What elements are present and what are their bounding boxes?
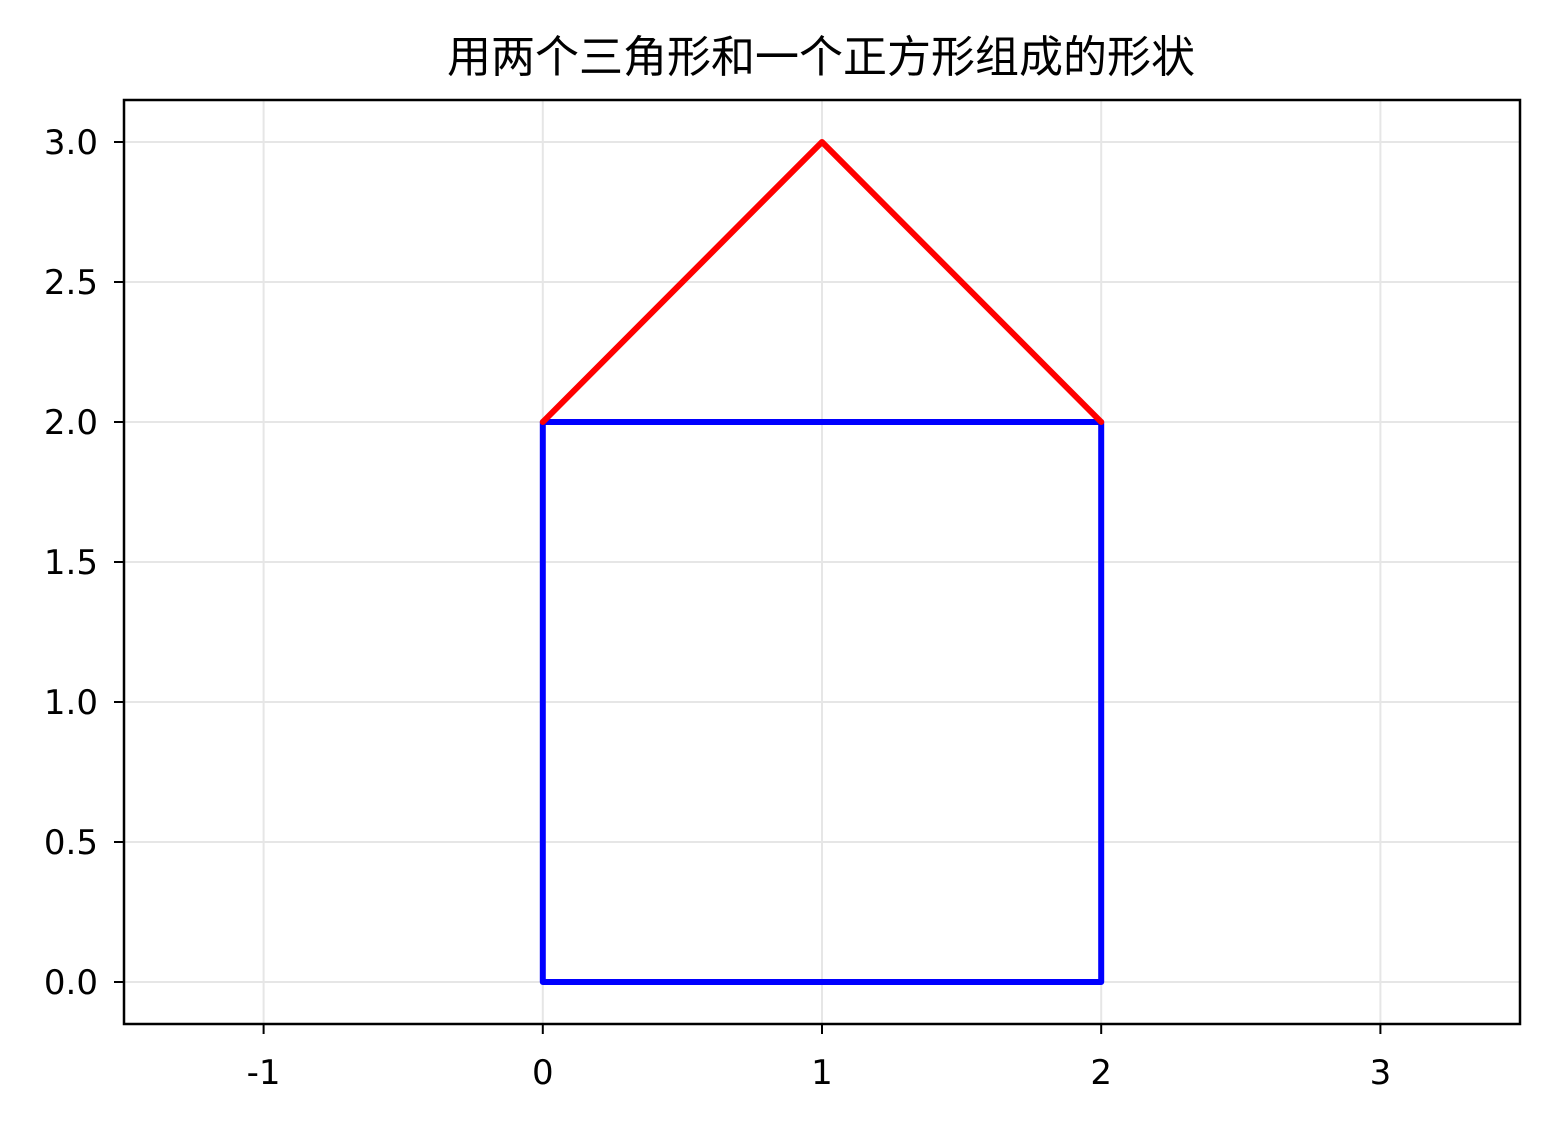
y-tick-label: 1.0 (44, 683, 98, 723)
chart-title: 用两个三角形和一个正方形组成的形状 (447, 32, 1195, 83)
x-tick-label: 3 (1370, 1053, 1392, 1093)
y-tick-label: 2.0 (44, 403, 98, 443)
y-tick-label: 1.5 (44, 543, 98, 583)
chart-svg: 用两个三角形和一个正方形组成的形状 -1 0 1 2 3 0.0 0.5 1.0 1.5 2.0… (0, 0, 1549, 1123)
y-tick-label: 0.5 (44, 823, 98, 863)
x-tick-label: 2 (1090, 1053, 1112, 1093)
y-tick-label: 3.0 (44, 123, 98, 163)
y-tick-label: 0.0 (44, 963, 98, 1003)
x-tick-label: 1 (811, 1053, 833, 1093)
x-tick-label: -1 (247, 1053, 281, 1093)
y-tick-label: 2.5 (44, 263, 98, 303)
chart-container: 用两个三角形和一个正方形组成的形状 -1 0 1 2 3 0.0 0.5 1.0 1.5 2.0… (0, 0, 1549, 1123)
x-tick-label: 0 (532, 1053, 554, 1093)
